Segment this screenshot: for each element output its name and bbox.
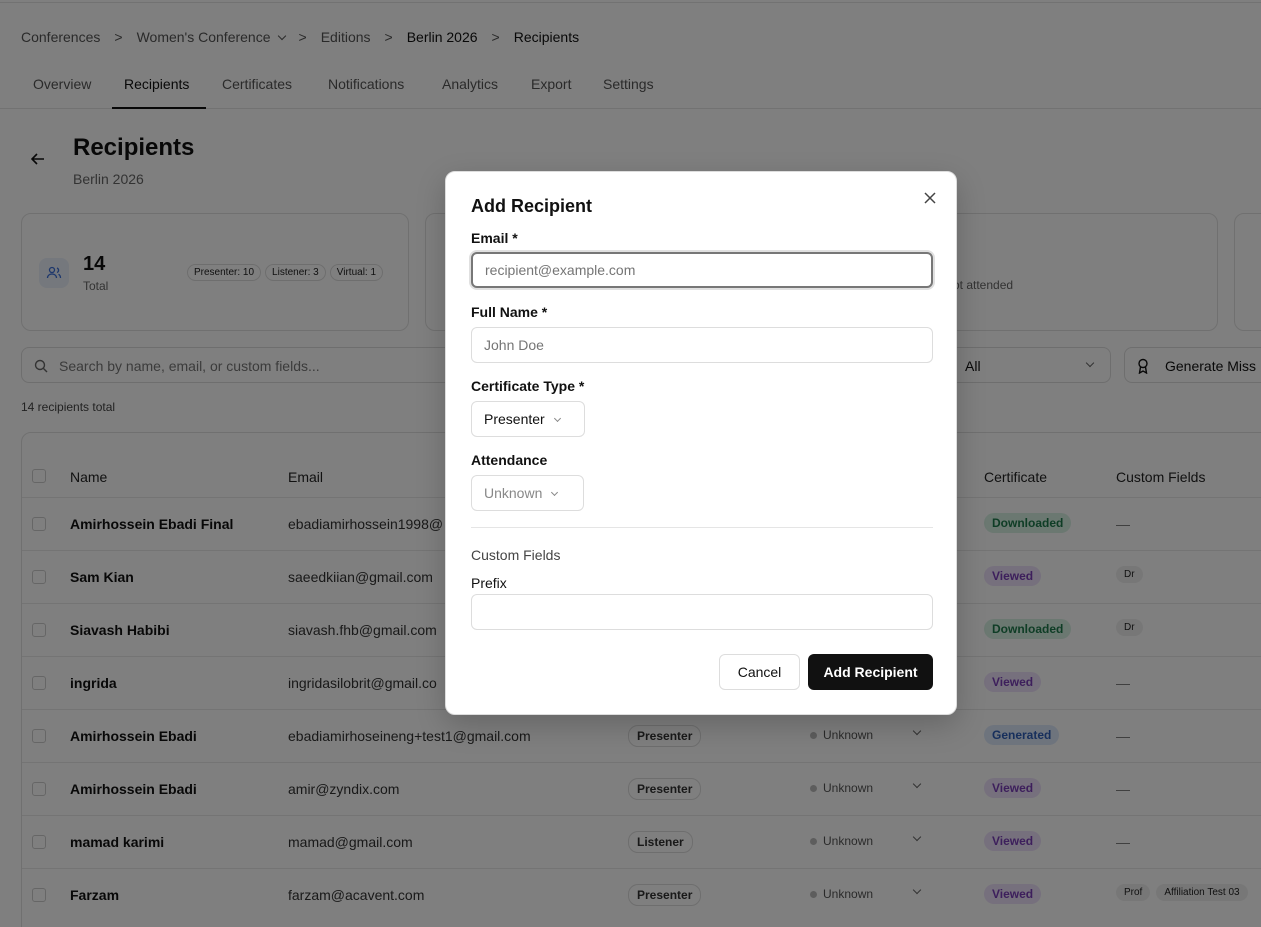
- add-recipient-dialog: Add Recipient Email * Full Name * Certif…: [445, 171, 957, 715]
- attendance-select[interactable]: Unknown: [471, 475, 584, 511]
- prefix-field[interactable]: [471, 594, 933, 630]
- certificate-type-label: Certificate Type *: [471, 378, 585, 394]
- chevron-down-icon: [551, 488, 559, 497]
- prefix-label: Prefix: [471, 575, 507, 591]
- attendance-label: Attendance: [471, 452, 548, 468]
- full-name-field[interactable]: [471, 327, 933, 363]
- email-field[interactable]: [471, 252, 933, 288]
- chevron-down-icon: [553, 414, 561, 423]
- full-name-label: Full Name *: [471, 304, 548, 320]
- close-icon[interactable]: [924, 188, 936, 209]
- custom-fields-heading: Custom Fields: [471, 547, 561, 563]
- dialog-title: Add Recipient: [471, 196, 593, 216]
- divider: [471, 527, 933, 528]
- attendance-value: Unknown: [484, 485, 543, 501]
- certificate-type-value: Presenter: [484, 411, 545, 427]
- recipients-page: Conferences > Women's Conference > Editi…: [0, 0, 1261, 927]
- email-label: Email *: [471, 230, 518, 246]
- cancel-button[interactable]: Cancel: [719, 654, 800, 690]
- certificate-type-select[interactable]: Presenter: [471, 401, 585, 437]
- add-recipient-button[interactable]: Add Recipient: [808, 654, 933, 690]
